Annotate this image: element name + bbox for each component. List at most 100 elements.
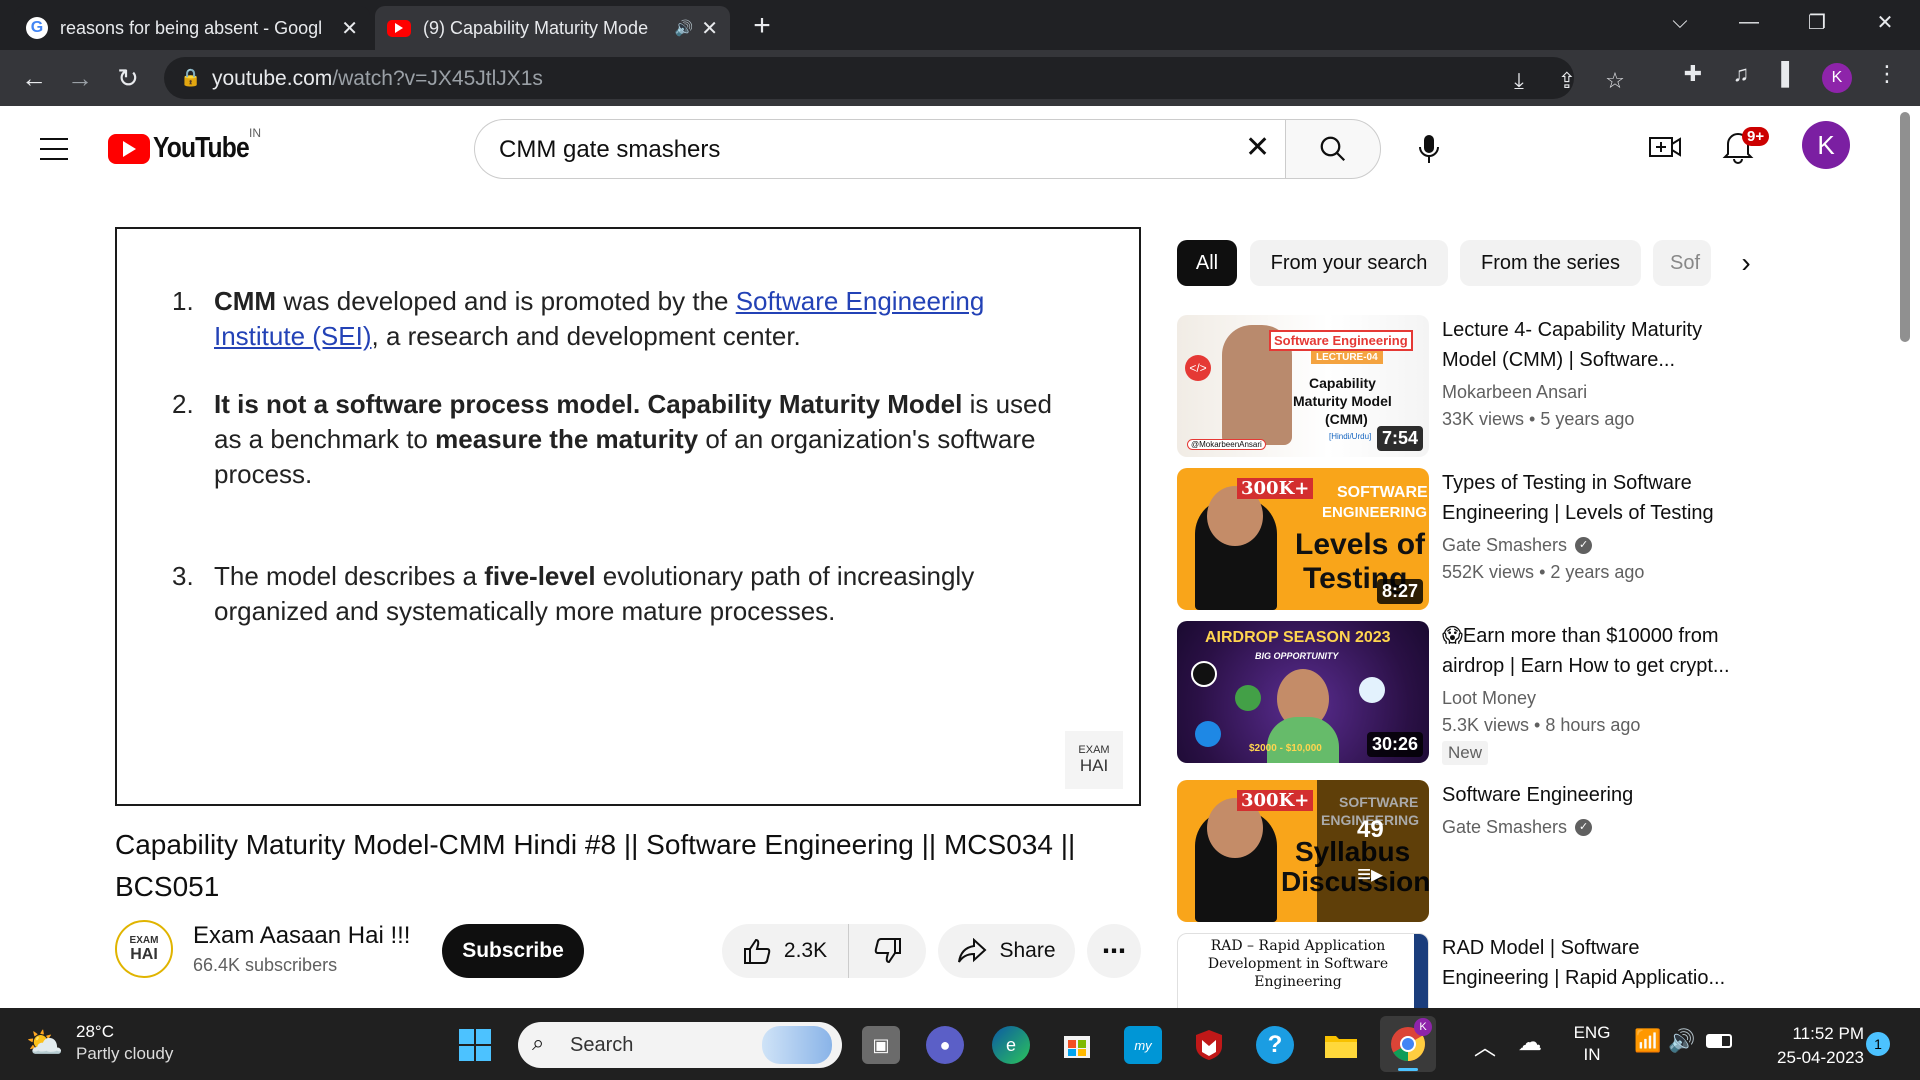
account-avatar[interactable]: K (1802, 121, 1850, 169)
recommended-title[interactable]: Lecture 4- Capability Maturity Model (CM… (1442, 315, 1742, 375)
chip-software[interactable]: Sof (1653, 240, 1711, 286)
speaker-icon[interactable]: 🔊 (675, 19, 694, 37)
more-actions-button[interactable]: ⋯ (1087, 924, 1141, 978)
address-bar[interactable]: 🔒 youtube.com/watch?v=JX45JtlJX1s ⤓ ⇪ ☆ (164, 57, 1625, 99)
recommended-playlist[interactable]: 300K+ Syllabus Discussion SOFTWARE ENGIN… (1177, 780, 1737, 922)
thumbs-down-icon (874, 938, 901, 964)
slide-text: , a research and development center. (371, 321, 801, 351)
reload-icon[interactable]: ↻ (106, 50, 150, 106)
thumb-text: ENGINEERING (1322, 504, 1428, 521)
input-language-indicator[interactable]: ENG IN (1568, 1022, 1616, 1066)
mcafee-shield-icon[interactable] (1190, 1026, 1228, 1064)
chrome-profile-badge: K (1414, 1018, 1432, 1036)
video-thumbnail[interactable]: </> Software Engineering LECTURE-04 Capa… (1177, 315, 1429, 457)
minimize-button[interactable]: — (1714, 0, 1784, 44)
thumb-text: (CMM) (1325, 411, 1368, 427)
show-hidden-icons-chevron[interactable]: ︿ (1474, 1030, 1496, 1062)
create-video-button[interactable] (1648, 132, 1682, 167)
video-title: Capability Maturity Model-CMM Hindi #8 |… (115, 829, 1076, 902)
onedrive-cloud-icon[interactable]: ☁ (1518, 1028, 1542, 1057)
clock-date: 25-04-2023 (1777, 1048, 1864, 1067)
share-button[interactable]: Share (938, 924, 1075, 978)
share-page-icon[interactable]: ⇪ (1550, 68, 1584, 94)
video-duration: 7:54 (1376, 426, 1423, 451)
install-app-icon[interactable]: ⤓ (1502, 68, 1536, 94)
chrome-taskbar-button[interactable]: K (1380, 1016, 1436, 1072)
side-panel-icon[interactable]: ▌ (1772, 61, 1806, 87)
tab-search-chevron-icon[interactable]: ⌵ (1645, 0, 1715, 44)
bookmark-star-icon[interactable]: ☆ (1598, 68, 1632, 94)
recommended-video[interactable]: RAD – Rapid Application Development in S… (1177, 933, 1737, 1008)
google-icon: G (26, 17, 48, 39)
voice-search-button[interactable] (1400, 120, 1458, 178)
recommended-channel[interactable]: Gate Smashers ✓ (1442, 817, 1593, 838)
get-help-icon[interactable]: ? (1256, 1026, 1294, 1064)
restore-button[interactable]: ❐ (1782, 0, 1852, 44)
chip-from-your-search[interactable]: From your search (1250, 240, 1448, 286)
myhp-icon[interactable]: my (1124, 1026, 1162, 1064)
channel-name[interactable]: Exam Aasaan Hai !!! (193, 922, 410, 950)
video-thumbnail[interactable]: 300K+ SOFTWARE ENGINEERING Levels of Tes… (1177, 468, 1429, 610)
back-arrow-icon[interactable]: ← (12, 50, 56, 106)
hamburger-menu-icon[interactable] (40, 138, 68, 160)
search-button[interactable] (1285, 119, 1381, 179)
video-thumbnail[interactable]: AIRDROP SEASON 2023 BIG OPPORTUNITY $200… (1177, 621, 1429, 763)
chip-from-the-series[interactable]: From the series (1460, 240, 1641, 286)
volume-icon[interactable]: 🔊 (1668, 1028, 1695, 1054)
chips-next-chevron-icon[interactable]: › (1728, 244, 1764, 282)
task-view-icon[interactable]: ▣ (862, 1026, 900, 1064)
recommended-title[interactable]: Software Engineering (1442, 780, 1742, 810)
video-player[interactable]: 1. CMM was developed and is promoted by … (115, 227, 1141, 806)
start-windows-icon[interactable] (456, 1026, 494, 1064)
media-control-icon[interactable]: ♫ (1724, 61, 1758, 87)
tab-youtube-video[interactable]: (9) Capability Maturity Mode 🔊 ✕ (375, 6, 730, 50)
microsoft-store-icon[interactable] (1058, 1026, 1096, 1064)
recommended-channel[interactable]: Mokarbeen Ansari (1442, 382, 1587, 403)
playlist-thumbnail[interactable]: 300K+ Syllabus Discussion SOFTWARE ENGIN… (1177, 780, 1429, 922)
recommended-title[interactable]: Types of Testing in Software Engineering… (1442, 468, 1742, 528)
close-tab-icon[interactable]: ✕ (341, 16, 358, 41)
system-clock[interactable]: 11:52 PM 25-04-2023 (1744, 1022, 1864, 1070)
recommended-video[interactable]: </> Software Engineering LECTURE-04 Capa… (1177, 315, 1737, 457)
search-highlight-icon (762, 1026, 832, 1064)
file-explorer-icon[interactable] (1322, 1026, 1360, 1064)
battery-icon[interactable] (1706, 1034, 1732, 1048)
weather-widget[interactable]: ⛅ 28°C Partly cloudy (24, 1020, 204, 1068)
dislike-button[interactable] (848, 924, 926, 978)
teams-chat-icon[interactable]: ● (926, 1026, 964, 1064)
recommended-meta: 552K views • 2 years ago (1442, 562, 1645, 582)
url-host: youtube.com (212, 67, 333, 90)
subscribe-button[interactable]: Subscribe (442, 924, 584, 978)
chip-all[interactable]: All (1177, 240, 1237, 286)
recommended-video[interactable]: AIRDROP SEASON 2023 BIG OPPORTUNITY $200… (1177, 621, 1737, 765)
channel-avatar[interactable]: EXAM HAI (115, 920, 173, 978)
extensions-puzzle-icon[interactable]: ✚ (1676, 61, 1710, 87)
browser-menu-icon[interactable]: ⋮ (1870, 61, 1904, 87)
recommended-video[interactable]: 300K+ SOFTWARE ENGINEERING Levels of Tes… (1177, 468, 1737, 610)
edge-browser-icon[interactable]: e (992, 1026, 1030, 1064)
browser-profile-avatar[interactable]: K (1822, 63, 1852, 93)
video-duration: 30:26 (1366, 732, 1423, 757)
recommended-title[interactable]: 😱Earn more than $10000 from airdrop | Ea… (1442, 621, 1742, 681)
notification-center-badge[interactable]: 1 (1866, 1032, 1890, 1056)
slide-bold-text: It is not a software process model. Capa… (214, 389, 963, 419)
close-window-button[interactable]: ✕ (1850, 0, 1920, 44)
youtube-logo[interactable]: YouTube (108, 132, 266, 165)
recommended-channel[interactable]: Loot Money (1442, 688, 1536, 709)
close-tab-icon[interactable]: ✕ (701, 16, 718, 41)
like-dislike-group: 2.3K (722, 924, 926, 978)
video-thumbnail[interactable]: RAD – Rapid Application Development in S… (1177, 933, 1429, 1008)
recommended-title[interactable]: RAD Model | Software Engineering | Rapid… (1442, 933, 1737, 993)
like-button[interactable]: 2.3K (722, 924, 847, 978)
new-tab-button[interactable]: + (744, 8, 780, 44)
search-input[interactable]: CMM gate smashers ✕ (474, 119, 1285, 179)
clear-search-icon[interactable]: ✕ (1245, 130, 1270, 165)
lock-icon[interactable]: 🔒 (180, 68, 201, 88)
page-scrollbar[interactable] (1900, 112, 1910, 342)
tab-google-search[interactable]: G reasons for being absent - Googl ✕ (14, 6, 370, 50)
channel-label: Gate Smashers (1442, 535, 1568, 555)
taskbar-search-box[interactable]: ⌕ Search (518, 1022, 842, 1068)
wifi-icon[interactable]: 📶 (1634, 1028, 1661, 1054)
forward-arrow-icon[interactable]: → (58, 50, 102, 106)
recommended-channel[interactable]: Gate Smashers ✓ (1442, 535, 1593, 556)
